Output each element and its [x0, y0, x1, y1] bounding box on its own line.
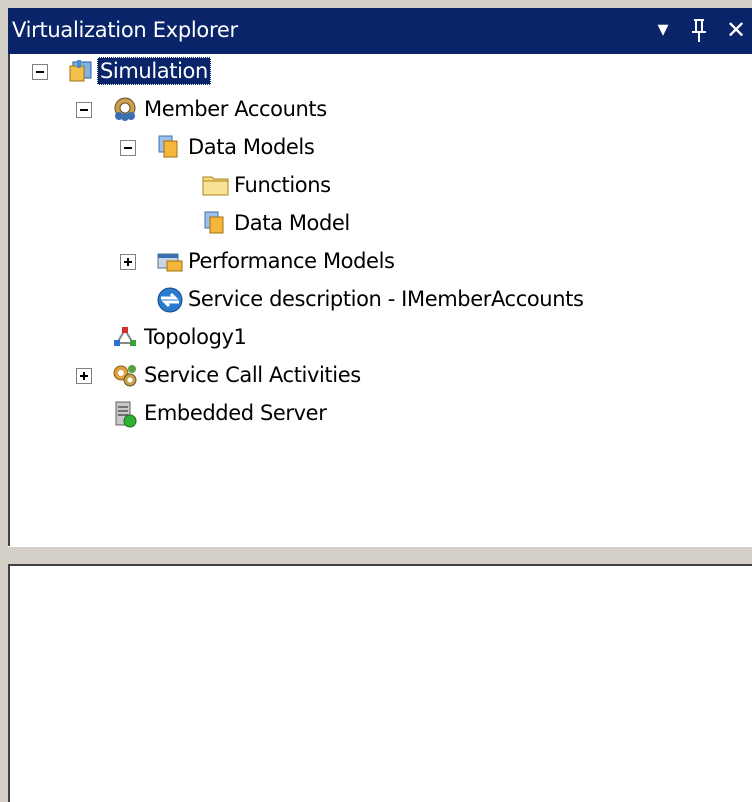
properties-pane: [8, 564, 752, 802]
virtualization-explorer-window: Virtualization Explorer ▾ ✕ Simulation M…: [8, 8, 752, 802]
close-icon[interactable]: ✕: [720, 14, 752, 46]
tree-node-label: Data Model: [234, 211, 350, 235]
server-icon: [112, 400, 138, 428]
tree-node-member-accounts[interactable]: Member Accounts: [10, 92, 370, 128]
tree-node-data-model[interactable]: Data Model: [10, 206, 370, 242]
tree-view[interactable]: Simulation Member Accounts Data Models F…: [8, 54, 752, 546]
tree-node-label: Performance Models: [188, 249, 395, 273]
tree-node-label: Functions: [234, 173, 331, 197]
tree-node-simulation[interactable]: Simulation: [10, 54, 310, 90]
service-description-icon: [156, 286, 183, 313]
tree-node-label: Data Models: [188, 135, 315, 159]
pane-splitter[interactable]: [8, 546, 752, 566]
window-title: Virtualization Explorer: [12, 18, 238, 42]
solution-icon: [68, 58, 94, 84]
tree-node-topology1[interactable]: Topology1: [10, 320, 370, 356]
tree-node-label: Service Call Activities: [144, 363, 361, 387]
title-bar[interactable]: Virtualization Explorer ▾ ✕: [8, 8, 752, 54]
tree-node-service-call-activities[interactable]: Service Call Activities: [10, 358, 430, 394]
tree-node-label: Embedded Server: [144, 401, 327, 425]
tree-node-label: Service description - IMemberAccounts: [188, 287, 584, 311]
gear-people-icon: [112, 96, 138, 122]
expand-toggle[interactable]: [120, 254, 136, 270]
data-models-icon: [156, 134, 182, 160]
collapse-toggle[interactable]: [76, 102, 92, 118]
expand-toggle[interactable]: [76, 368, 92, 384]
activities-icon: [112, 362, 138, 388]
tree-node-functions[interactable]: Functions: [10, 168, 370, 204]
tree-node-performance-models[interactable]: Performance Models: [10, 244, 470, 280]
folder-icon: [202, 172, 229, 198]
data-model-icon: [202, 210, 228, 236]
topology-icon: [112, 324, 138, 350]
collapse-toggle[interactable]: [32, 64, 48, 80]
performance-models-icon: [156, 248, 183, 274]
tree-node-label: Member Accounts: [144, 97, 327, 121]
tree-node-service-description[interactable]: Service description - IMemberAccounts: [10, 282, 670, 318]
tree-node-embedded-server[interactable]: Embedded Server: [10, 396, 430, 432]
dropdown-icon[interactable]: ▾: [648, 14, 678, 46]
tree-node-label: Topology1: [144, 325, 247, 349]
tree-node-data-models[interactable]: Data Models: [10, 130, 370, 166]
pin-icon[interactable]: [684, 14, 714, 46]
collapse-toggle[interactable]: [120, 140, 136, 156]
tree-node-label: Simulation: [97, 57, 211, 85]
